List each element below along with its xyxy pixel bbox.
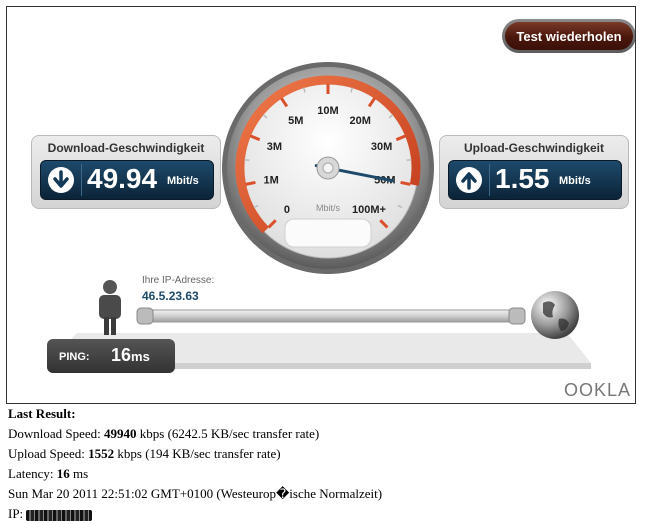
upload-speed-value: 1552: [88, 446, 115, 461]
ping-value: 16: [111, 345, 132, 365]
gauge-tick-label: 100M+: [352, 204, 386, 216]
divider: [81, 164, 82, 196]
connection-track: [136, 307, 526, 325]
arrow-down-icon: [48, 167, 74, 193]
arrow-up-icon: [456, 167, 482, 193]
download-speed-value: 49940: [104, 426, 137, 441]
latency-unit: ms: [69, 466, 89, 481]
upload-unit: Mbit/s: [559, 175, 591, 187]
ip-value: 46.5.23.63: [142, 289, 199, 303]
redacted-ip: [26, 509, 93, 521]
globe-icon: [531, 291, 579, 339]
download-speed-label: Download Speed:: [8, 426, 105, 441]
upload-value: 1.55: [495, 163, 550, 194]
results-heading: Last Result:: [8, 406, 76, 421]
speed-gauge: 0 1M 3M 5M 10M 20M 30M 50M 100M+ Mbit/s: [222, 62, 434, 274]
retest-button-label[interactable]: Test wiederholen: [505, 22, 633, 50]
latency-label: Latency:: [8, 466, 57, 481]
download-unit: Mbit/s: [167, 175, 199, 187]
download-label: Download-Geschwindigkeit: [47, 141, 205, 155]
download-speed-row: Download Speed: 49940 kbps (6242.5 KB/se…: [8, 424, 382, 444]
gauge-tick-label: 10M: [317, 105, 338, 117]
divider: [489, 164, 490, 196]
ookla-logo: OOKLA: [563, 380, 631, 400]
ping-label: PING:: [59, 351, 90, 363]
download-panel: Download-Geschwindigkeit 49.94 Mbit/s: [31, 135, 221, 209]
speedtest-applet: Test wiederholen Download-Geschwindigkei…: [6, 6, 636, 404]
ip-row-label: IP:: [8, 506, 27, 521]
gauge-tick-label: 30M: [371, 141, 392, 153]
gauge-tick-label: 1M: [263, 174, 278, 186]
timestamp-row: Sun Mar 20 2011 22:51:02 GMT+0100 (Weste…: [8, 486, 383, 501]
download-display: 49.94 Mbit/s: [40, 160, 214, 200]
latency-value: 16: [56, 466, 70, 481]
gauge-tick-mark: [245, 180, 256, 186]
upload-speed-row: Upload Speed: 1552 kbps (194 KB/sec tran…: [8, 444, 382, 464]
gauge-tick-label: 20M: [350, 115, 371, 127]
retest-button[interactable]: Test wiederholen: [502, 19, 635, 53]
user-icon: [99, 280, 121, 335]
ping-unit: ms: [131, 349, 150, 364]
upload-panel: Upload-Geschwindigkeit 1.55 Mbit/s: [439, 135, 629, 209]
gauge-tick-label: 0: [284, 204, 290, 216]
upload-speed-label: Upload Speed:: [8, 446, 89, 461]
ping-value-group: 16ms: [111, 345, 150, 366]
gauge-tick-label: 3M: [267, 141, 282, 153]
ping-display: PING: 16ms: [47, 339, 175, 373]
upload-display: 1.55 Mbit/s: [448, 160, 622, 200]
upload-label: Upload-Geschwindigkeit: [463, 141, 604, 155]
download-value: 49.94: [87, 163, 158, 194]
gauge-tick-mark: [400, 180, 411, 186]
latency-row: Latency: 16 ms: [8, 464, 382, 484]
upload-speed-detail: kbps (194 KB/sec transfer rate): [114, 446, 281, 461]
gauge-readout-window: [284, 218, 372, 248]
gauge-tick-label: 5M: [288, 115, 303, 127]
gauge-hub-cap: [322, 162, 334, 174]
ip-row: IP:: [8, 504, 382, 524]
ip-label: Ihre IP-Adresse:: [142, 275, 215, 286]
last-result-section: Last Result: Download Speed: 49940 kbps …: [8, 404, 382, 524]
download-speed-detail: kbps (6242.5 KB/sec transfer rate): [136, 426, 320, 441]
gauge-unit-label: Mbit/s: [316, 203, 341, 213]
